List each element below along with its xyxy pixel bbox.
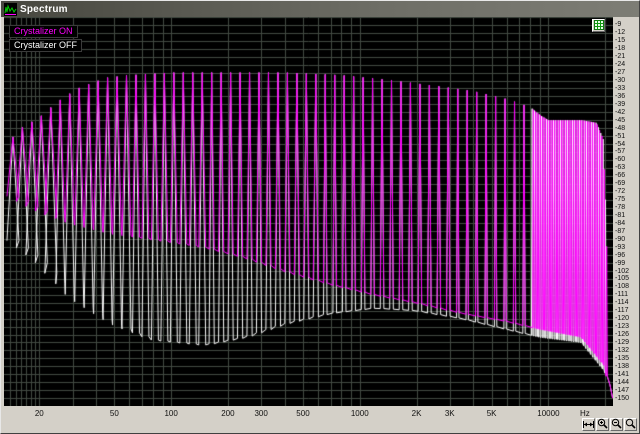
db-tick-label: -27 (615, 69, 626, 77)
freq-tick-label: 100 (164, 409, 178, 418)
legend: Crystalizer ON Crystalizer OFF (9, 25, 82, 53)
db-tick-label: -54 (615, 140, 626, 148)
spectrum-plot-area[interactable]: Crystalizer ON Crystalizer OFF (4, 17, 613, 406)
zoom-toolbar (582, 418, 637, 431)
db-tick-label: -81 (615, 211, 626, 219)
freq-tick-label: 10000 (537, 409, 560, 418)
db-tick-label: -60 (615, 156, 626, 164)
db-tick-label: -117 (615, 307, 629, 315)
db-tick-label: -120 (615, 315, 630, 323)
data-grid-icon (593, 18, 604, 33)
db-tick-label: -129 (615, 338, 630, 346)
db-tick-label: -51 (615, 132, 626, 140)
db-tick-label: -69 (615, 180, 626, 188)
title-bar[interactable]: Spectrum (1, 1, 639, 17)
db-tick-label: -141 (615, 370, 630, 378)
db-tick-label: -93 (615, 243, 626, 251)
data-grid-button[interactable] (592, 19, 605, 32)
db-tick-label: -36 (615, 92, 626, 100)
window-title: Spectrum (20, 3, 68, 15)
spectrum-canvas[interactable] (4, 17, 613, 406)
db-tick-label: -18 (615, 45, 626, 53)
zoom-in-button[interactable] (596, 418, 609, 431)
db-tick-label: -135 (615, 354, 630, 362)
db-tick-label: -33 (615, 84, 626, 92)
db-tick-label: -21 (615, 53, 626, 61)
freq-tick-label: 20 (34, 409, 44, 418)
spectrum-window: Spectrum Crystalizer ON Crystalizer OFF … (0, 0, 640, 434)
db-tick-label: -48 (615, 124, 626, 132)
db-tick-label: -9 (615, 21, 622, 29)
db-tick-label: -63 (615, 164, 626, 172)
db-tick-label: -87 (615, 227, 626, 235)
db-tick-label: -15 (615, 37, 626, 45)
db-tick-label: -42 (615, 108, 626, 116)
db-tick-label: -57 (615, 148, 626, 156)
db-tick-label: -150 (615, 394, 630, 402)
db-tick-label: -90 (615, 235, 626, 243)
zoom-out-icon (611, 417, 622, 432)
freq-tick-label: 2K (411, 409, 422, 418)
freq-tick-label: 1000 (350, 409, 369, 418)
freq-tick-label: 500 (296, 409, 310, 418)
fit-horizontal-button[interactable] (582, 418, 595, 431)
freq-tick-label: 3K (444, 409, 455, 418)
db-tick-label: -105 (615, 275, 630, 283)
db-tick-label: -108 (615, 283, 630, 291)
db-tick-label: -72 (615, 188, 626, 196)
legend-item-crystalizer-on: Crystalizer ON (9, 25, 78, 38)
db-tick-label: -132 (615, 346, 630, 354)
magnifier-icon (625, 417, 636, 432)
db-tick-label: -24 (615, 61, 626, 69)
db-tick-label: -111 (615, 291, 628, 299)
freq-tick-label: 5K (486, 409, 497, 418)
zoom-in-icon (597, 417, 608, 432)
db-tick-label: -84 (615, 219, 626, 227)
db-tick-label: -12 (615, 29, 626, 37)
db-tick-label: -30 (615, 77, 626, 84)
db-tick-label: -66 (615, 172, 626, 180)
db-tick-label: -114 (615, 299, 629, 307)
db-tick-label: -144 (615, 378, 630, 386)
db-tick-label: -39 (615, 100, 626, 108)
db-tick-label: -75 (615, 196, 626, 204)
db-tick-label: -123 (615, 323, 630, 331)
freq-tick-label: 50 (109, 409, 119, 418)
db-tick-label: -147 (615, 386, 630, 394)
db-tick-label: -45 (615, 116, 626, 124)
db-tick-label: -126 (615, 331, 630, 339)
freq-tick-label: 300 (254, 409, 268, 418)
db-tick-label: -99 (615, 259, 626, 267)
freq-tick-label: 200 (221, 409, 235, 418)
app-icon (4, 2, 17, 16)
zoom-out-button[interactable] (610, 418, 623, 431)
legend-item-crystalizer-off: Crystalizer OFF (9, 39, 82, 52)
zoom-reset-button[interactable] (624, 418, 637, 431)
db-tick-label: -78 (615, 204, 626, 212)
freq-axis-labels: Hz 20 50 100 200 300 500 1000 2K 3K 5K 10000 (4, 407, 613, 420)
db-tick-label: -138 (615, 362, 630, 370)
fit-horizontal-icon (583, 417, 594, 432)
db-tick-label: -96 (615, 251, 626, 259)
db-axis-labels: -9 -12 -15 -18 -21 -24 -27 -30 -33 -36 -39 -42 -45 -4… (614, 17, 639, 406)
db-tick-label: -102 (615, 267, 630, 275)
